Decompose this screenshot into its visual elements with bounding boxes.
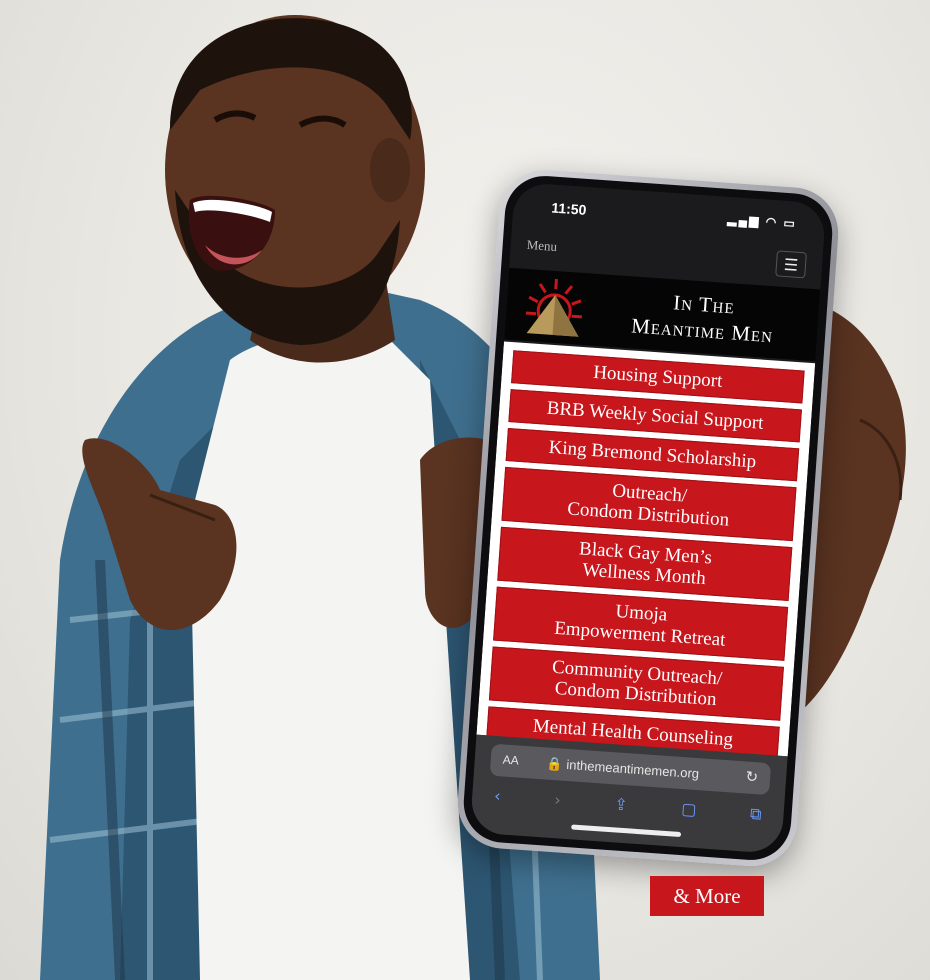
forward-icon[interactable]: › bbox=[553, 790, 562, 814]
url-text: 🔒 inthemeantimemen.org bbox=[546, 755, 700, 783]
phone-screen: 11:50 ▂▄▆ ◠ ▭ Menu ☰ In The Meantime Men… bbox=[469, 181, 827, 855]
services-menu: Housing Support BRB Weekly Social Support… bbox=[475, 342, 815, 775]
smartphone: 11:50 ▂▄▆ ◠ ▭ Menu ☰ In The Meantime Men… bbox=[454, 166, 842, 870]
more-badge: & More bbox=[650, 876, 764, 916]
bookmarks-icon[interactable]: ▢ bbox=[680, 799, 697, 824]
address-bar[interactable]: AA 🔒 inthemeantimemen.org ↻ bbox=[489, 743, 772, 796]
battery-icon: ▭ bbox=[783, 215, 798, 231]
reader-aa-button[interactable]: AA bbox=[502, 752, 519, 767]
status-time: 11:50 bbox=[550, 199, 587, 218]
hamburger-menu-icon[interactable]: ☰ bbox=[775, 250, 807, 279]
url-value: inthemeantimemen.org bbox=[565, 756, 700, 782]
page-content: Housing Support BRB Weekly Social Support… bbox=[476, 341, 816, 760]
menu-label[interactable]: Menu bbox=[526, 237, 557, 255]
status-icons: ▂▄▆ ◠ ▭ bbox=[727, 212, 797, 231]
home-indicator[interactable] bbox=[571, 824, 682, 838]
back-icon[interactable]: ‹ bbox=[493, 786, 502, 810]
lock-icon: 🔒 bbox=[546, 755, 564, 772]
sun-pyramid-logo-icon bbox=[525, 278, 582, 337]
site-logo-text[interactable]: In The Meantime Men bbox=[597, 284, 810, 351]
reload-icon[interactable]: ↻ bbox=[745, 767, 759, 786]
signal-icon: ▂▄▆ bbox=[727, 211, 761, 229]
tabs-icon[interactable]: ⧉ bbox=[749, 804, 763, 829]
share-icon[interactable]: ⇪ bbox=[613, 794, 629, 819]
wifi-icon: ◠ bbox=[765, 214, 779, 230]
